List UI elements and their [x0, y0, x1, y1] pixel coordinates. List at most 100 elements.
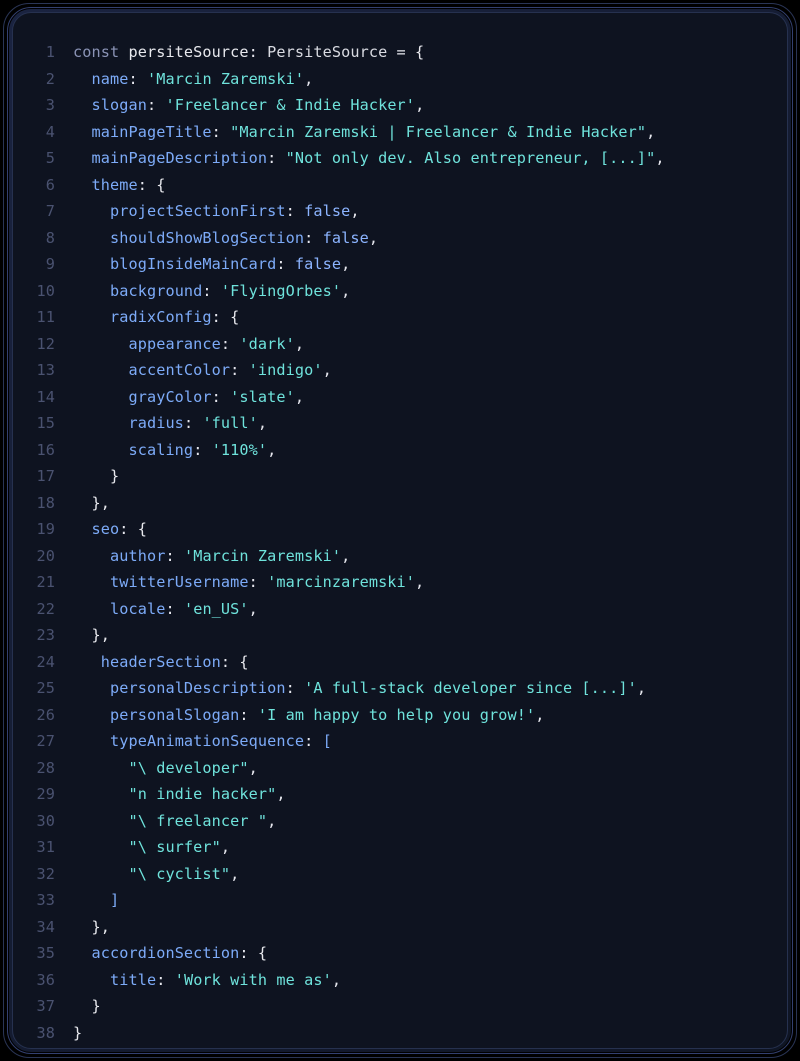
line-number: 37 [31, 993, 73, 1020]
token-prop: slogan [92, 96, 147, 114]
token-punc: : [202, 282, 221, 300]
token-prop: typeAnimationSequence [110, 732, 304, 750]
token-str: 'FlyingOrbes' [221, 282, 341, 300]
line-number: 34 [31, 914, 73, 941]
token-punc: , [341, 547, 350, 565]
token-punc: , [332, 971, 341, 989]
line-content: accordionSection: { [73, 940, 769, 967]
line-content: personalDescription: 'A full-stack devel… [73, 675, 769, 702]
token-id: { [415, 43, 424, 61]
line-content: } [73, 1020, 769, 1047]
line-number: 28 [31, 755, 73, 782]
line-content: twitterUsername: 'marcinzaremski', [73, 569, 769, 596]
token-id: }, [73, 626, 110, 644]
token-punc: : [276, 255, 295, 273]
token-punc: , [267, 441, 276, 459]
line-content: "\ cyclist", [73, 861, 769, 888]
token-str: 'dark' [239, 335, 294, 353]
token-bool: false [295, 255, 341, 273]
line-content: headerSection: { [73, 649, 769, 676]
line-number: 4 [31, 119, 73, 146]
line-content: "\ surfer", [73, 834, 769, 861]
line-number: 16 [31, 437, 73, 464]
token-id [73, 759, 128, 777]
token-id [73, 891, 110, 909]
token-id [73, 520, 92, 538]
line-content: mainPageTitle: "Marcin Zaremski | Freela… [73, 119, 769, 146]
code-line: 4 mainPageTitle: "Marcin Zaremski | Free… [31, 119, 769, 146]
token-prop: appearance [128, 335, 220, 353]
line-number: 32 [31, 861, 73, 888]
token-str: 'Work with me as' [175, 971, 332, 989]
code-line: 6 theme: { [31, 172, 769, 199]
line-number: 30 [31, 808, 73, 835]
token-id [73, 441, 128, 459]
token-punc: , [637, 679, 646, 697]
code-line: 25 personalDescription: 'A full-stack de… [31, 675, 769, 702]
token-punc: : [249, 43, 268, 61]
token-id [73, 335, 128, 353]
token-punc: , [276, 785, 285, 803]
token-id [73, 573, 110, 591]
line-number: 20 [31, 543, 73, 570]
token-punc: : [249, 573, 268, 591]
line-content: accentColor: 'indigo', [73, 357, 769, 384]
line-number: 18 [31, 490, 73, 517]
code-line: 26 personalSlogan: 'I am happy to help y… [31, 702, 769, 729]
line-number: 14 [31, 384, 73, 411]
token-str: 'full' [202, 414, 257, 432]
token-id: { [156, 176, 165, 194]
token-prop: accordionSection [92, 944, 240, 962]
line-content: personalSlogan: 'I am happy to help you … [73, 702, 769, 729]
token-str: 'I am happy to help you grow!' [258, 706, 535, 724]
token-str: "Not only dev. Also entrepreneur, [...]" [286, 149, 656, 167]
token-punc: : [212, 308, 231, 326]
token-punc: , [230, 865, 239, 883]
token-punc: , [415, 96, 424, 114]
token-punc: , [295, 335, 304, 353]
token-bool: false [304, 202, 350, 220]
token-punc: : [239, 706, 258, 724]
token-prop: seo [92, 520, 120, 538]
token-id [73, 282, 110, 300]
token-id: { [138, 520, 147, 538]
token-str: "\ developer" [128, 759, 248, 777]
token-str: 'slate' [230, 388, 295, 406]
line-content: radixConfig: { [73, 304, 769, 331]
line-content: } [73, 993, 769, 1020]
token-id [73, 971, 110, 989]
token-id: } [73, 1024, 82, 1042]
line-content: }, [73, 914, 769, 941]
line-content: "\ developer", [73, 755, 769, 782]
code-line: 19 seo: { [31, 516, 769, 543]
token-prop: scaling [128, 441, 193, 459]
token-prop: personalSlogan [110, 706, 239, 724]
token-punc: , [267, 812, 276, 830]
line-content: const persiteSource: PersiteSource = { [73, 39, 769, 66]
code-line: 38} [31, 1020, 769, 1047]
token-id [73, 679, 110, 697]
line-number: 6 [31, 172, 73, 199]
token-id [73, 732, 110, 750]
line-number: 38 [31, 1020, 73, 1047]
token-id [73, 361, 128, 379]
code-line: 11 radixConfig: { [31, 304, 769, 331]
code-line: 23 }, [31, 622, 769, 649]
line-content: name: 'Marcin Zaremski', [73, 66, 769, 93]
token-id: } [73, 997, 101, 1015]
token-punc: : [230, 361, 249, 379]
line-content: theme: { [73, 172, 769, 199]
token-punc: : [128, 70, 147, 88]
token-punc: : [221, 653, 240, 671]
line-number: 12 [31, 331, 73, 358]
code-line: 35 accordionSection: { [31, 940, 769, 967]
token-prop: name [92, 70, 129, 88]
token-brack: [ [323, 732, 332, 750]
line-content: slogan: 'Freelancer & Indie Hacker', [73, 92, 769, 119]
line-number: 25 [31, 675, 73, 702]
code-editor: 1const persiteSource: PersiteSource = { 2… [12, 12, 788, 1049]
token-str: 'Marcin Zaremski' [147, 70, 304, 88]
token-punc: : [221, 335, 240, 353]
line-number: 1 [31, 39, 73, 66]
line-content: mainPageDescription: "Not only dev. Also… [73, 145, 769, 172]
